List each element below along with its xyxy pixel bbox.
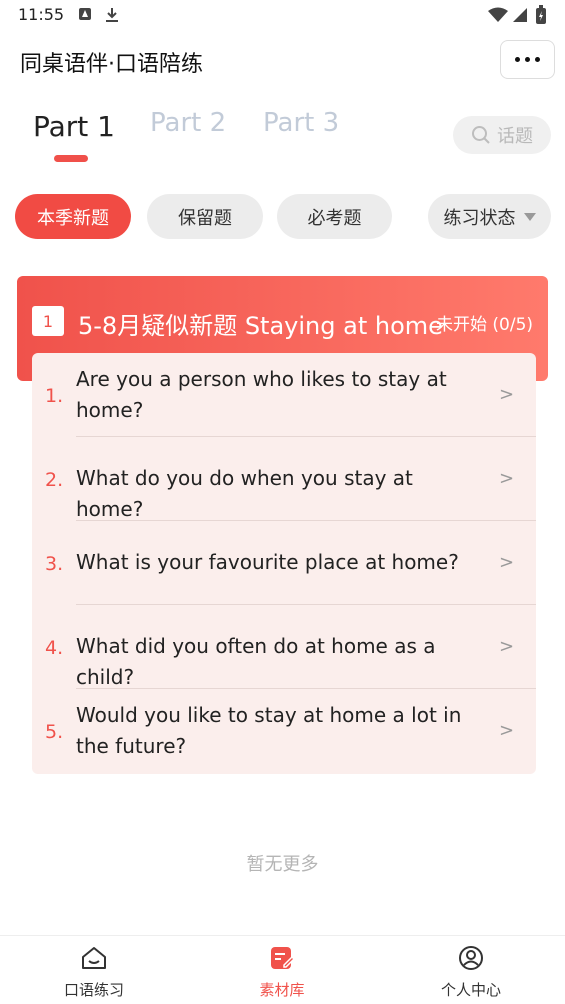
caret-down-icon — [523, 212, 536, 221]
filter-label: 练习状态 — [443, 207, 516, 229]
question-row[interactable]: 3. What is your favourite place at home?… — [32, 521, 536, 605]
status-time: 11:55 — [18, 5, 65, 24]
user-icon — [459, 946, 483, 970]
more-menu-button[interactable] — [500, 40, 555, 79]
active-tab-indicator — [54, 155, 88, 162]
topic-title: 5-8月疑似新题 Staying at home — [78, 312, 443, 340]
question-text: Would you like to stay at home a lot in … — [76, 703, 462, 758]
filter-label: 必考题 — [307, 207, 362, 229]
topic-search-button[interactable]: 话题 — [453, 116, 551, 154]
app-notification-icon — [79, 8, 91, 20]
question-list: 1. Are you a person who likes to stay at… — [32, 353, 536, 774]
download-icon — [106, 8, 118, 22]
question-number: 4. — [45, 637, 64, 659]
question-text: What do you do when you stay at home? — [76, 466, 413, 521]
practice-status-dropdown[interactable]: 练习状态 — [428, 194, 551, 239]
nav-label: 口语练习 — [63, 981, 124, 999]
filter-retained[interactable]: 保留题 — [147, 194, 263, 239]
question-row[interactable]: 1. Are you a person who likes to stay at… — [32, 353, 536, 437]
signal-icon — [513, 8, 527, 22]
nav-speaking-practice[interactable]: 口语练习 — [0, 936, 188, 1004]
filter-new-this-season[interactable]: 本季新题 — [15, 194, 131, 239]
more-dot-icon — [535, 57, 540, 62]
tab-part-3[interactable]: Part 3 — [263, 108, 339, 138]
notes-icon — [271, 947, 295, 969]
no-more-text: 暂无更多 — [246, 854, 319, 875]
question-row[interactable]: 5. Would you like to stay at home a lot … — [32, 689, 536, 773]
bottom-nav: 口语练习 素材库 个人中心 — [0, 935, 565, 1004]
tab-part-2[interactable]: Part 2 — [150, 108, 226, 138]
filter-label: 本季新题 — [37, 207, 109, 229]
tab-part-1[interactable]: Part 1 — [33, 110, 115, 143]
filter-must-test[interactable]: 必考题 — [277, 194, 392, 239]
search-icon — [472, 126, 490, 144]
filter-label: 保留题 — [178, 207, 232, 229]
question-row[interactable]: 4. What did you often do at home as a ch… — [32, 605, 536, 689]
status-bar: 11:55 — [0, 0, 565, 30]
question-text: What is your favourite place at home? — [76, 550, 459, 574]
question-number: 5. — [45, 721, 64, 743]
more-dot-icon — [515, 57, 520, 62]
question-number: 3. — [45, 553, 64, 575]
question-number: 2. — [45, 469, 64, 491]
title-bar: 同桌语伴·口语陪练 — [0, 30, 565, 92]
question-number: 1. — [45, 385, 64, 407]
topic-index-badge: 1 — [32, 306, 64, 336]
chevron-right-icon: > — [499, 636, 515, 657]
question-text: Are you a person who likes to stay at ho… — [76, 367, 447, 422]
chevron-right-icon: > — [499, 384, 515, 405]
chevron-right-icon: > — [499, 720, 515, 741]
nav-material-library[interactable]: 素材库 — [188, 936, 376, 1004]
more-dot-icon — [525, 57, 530, 62]
chevron-right-icon: > — [499, 552, 515, 573]
nav-label: 素材库 — [259, 981, 305, 999]
wifi-icon — [488, 7, 508, 22]
app-title: 同桌语伴·口语陪练 — [20, 52, 203, 77]
question-row[interactable]: 2. What do you do when you stay at home?… — [32, 437, 536, 521]
nav-label: 个人中心 — [440, 981, 501, 999]
nav-personal-center[interactable]: 个人中心 — [377, 936, 565, 1004]
search-placeholder: 话题 — [497, 126, 533, 147]
question-text: What did you often do at home as a child… — [76, 634, 436, 689]
topic-progress-status: 未开始 (0/5) — [436, 315, 534, 335]
home-icon — [82, 947, 106, 969]
battery-icon — [536, 5, 546, 24]
chevron-right-icon: > — [499, 468, 515, 489]
